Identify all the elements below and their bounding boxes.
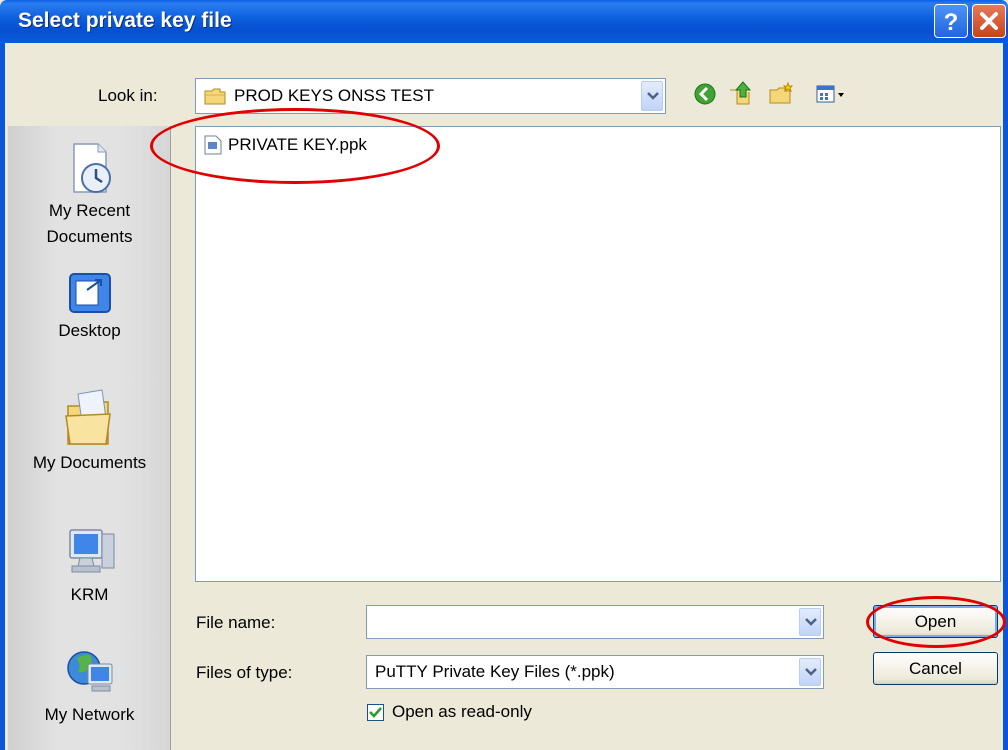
computer-icon (68, 529, 114, 573)
place-desktop[interactable]: Desktop (8, 268, 171, 344)
place-label-my-network: My Network (44, 705, 135, 724)
place-label-desktop: Desktop (58, 321, 121, 340)
window-frame-left (0, 43, 5, 750)
look-in-arrow[interactable] (641, 81, 663, 111)
readonly-label: Open as read-only (392, 702, 532, 721)
views-menu-icon[interactable] (816, 84, 848, 104)
file-name-input[interactable] (366, 605, 824, 639)
close-icon (980, 12, 998, 30)
file-name-arrow[interactable] (799, 608, 821, 636)
open-button[interactable]: Open (873, 605, 998, 638)
recent-documents-icon (72, 143, 111, 193)
chevron-down-icon (647, 92, 659, 100)
window-frame-right (1003, 43, 1008, 750)
file-type-label: Files of type: (196, 663, 293, 682)
chevron-down-icon (805, 618, 817, 626)
look-in-label: Look in: (98, 86, 158, 105)
help-button[interactable]: ? (934, 4, 968, 38)
file-type-value: PuTTY Private Key Files (*.ppk) (375, 662, 615, 681)
folder-icon (204, 88, 226, 105)
cancel-button[interactable]: Cancel (873, 652, 998, 685)
look-in-value: PROD KEYS ONSS TEST (234, 86, 434, 105)
close-button[interactable] (972, 4, 1006, 38)
place-krm[interactable]: KRM (8, 524, 171, 608)
readonly-checkbox[interactable] (367, 704, 384, 721)
place-label-my-documents: My Documents (32, 453, 147, 472)
file-name-label: File name: (196, 613, 276, 632)
new-folder-icon[interactable] (768, 82, 794, 106)
file-name-text: PRIVATE KEY.ppk (228, 135, 367, 154)
place-label-my-recent-documents: My Recent Documents (46, 201, 133, 246)
file-type-dropdown[interactable]: PuTTY Private Key Files (*.ppk) (366, 655, 824, 689)
desktop-icon (68, 273, 111, 313)
svg-text:?: ? (944, 9, 959, 36)
file-type-arrow[interactable] (799, 658, 821, 686)
chevron-down-icon (805, 668, 817, 676)
back-icon[interactable] (693, 82, 717, 106)
look-in-dropdown[interactable]: PROD KEYS ONSS TEST (195, 78, 666, 114)
place-my-network[interactable]: My Network (8, 644, 171, 728)
network-icon (66, 651, 112, 692)
check-icon (369, 707, 382, 718)
place-my-recent-documents[interactable]: My Recent Documents (8, 140, 171, 250)
up-folder-icon[interactable] (727, 80, 753, 106)
ppk-file-icon (204, 135, 222, 155)
help-icon: ? (944, 9, 959, 36)
list-item[interactable]: PRIVATE KEY.ppk (204, 135, 367, 155)
place-my-documents[interactable]: My Documents (8, 388, 171, 476)
my-documents-icon (64, 389, 111, 445)
window-title: Select private key file (18, 9, 232, 32)
file-list[interactable]: PRIVATE KEY.ppk (195, 126, 1001, 582)
places-bar: My Recent Documents Desktop My Documents … (8, 126, 171, 750)
place-label-krm: KRM (70, 585, 109, 604)
title-bar: Select private key file ? (0, 0, 1008, 43)
